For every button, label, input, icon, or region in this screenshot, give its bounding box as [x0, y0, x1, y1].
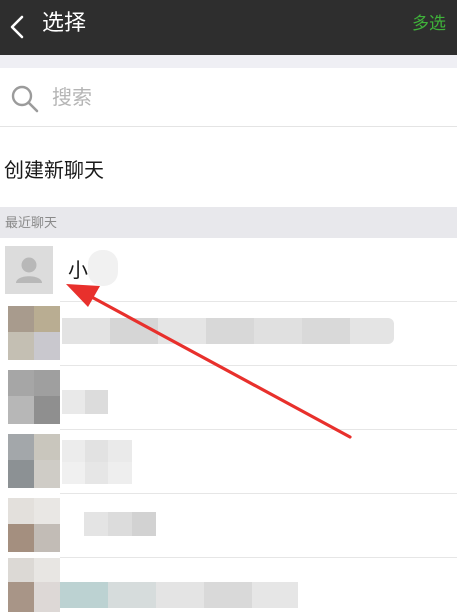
blurred-avatar [8, 306, 60, 362]
create-new-chat-item[interactable]: 创建新聊天 [0, 127, 457, 207]
blurred-avatar [8, 558, 60, 612]
blurred-avatar [8, 434, 60, 490]
chevron-left-icon [10, 15, 24, 39]
page-title: 选择 [42, 11, 87, 36]
contact-row[interactable] [0, 558, 457, 612]
contact-row[interactable]: 小 [0, 238, 457, 302]
recent-contact-list: 小 [0, 238, 457, 612]
blurred-avatar [8, 498, 60, 554]
multi-select-button[interactable]: 多选 [412, 11, 446, 37]
back-button[interactable] [0, 0, 36, 55]
search-icon [11, 85, 39, 113]
blurred-name [84, 512, 156, 536]
blurred-name [62, 440, 132, 484]
top-spacer [0, 55, 457, 68]
recent-chats-header: 最近聊天 [0, 207, 457, 238]
contact-name: 小 [68, 258, 88, 282]
recent-chats-label: 最近聊天 [5, 216, 58, 231]
top-bar: 选择 多选 [0, 0, 457, 55]
blurred-name [60, 582, 298, 608]
default-avatar-icon [5, 246, 53, 294]
search-input[interactable] [52, 82, 432, 112]
select-contact-screen: 选择 多选 创建新聊天 最近聊天 小 [0, 0, 457, 612]
search-bar [0, 68, 457, 127]
contact-row[interactable] [0, 366, 457, 430]
contact-row[interactable] [0, 494, 457, 558]
create-new-chat-label: 创建新聊天 [4, 158, 104, 182]
blurred-name [62, 390, 108, 414]
avatar [5, 246, 53, 294]
contact-row[interactable] [0, 430, 457, 494]
blurred-name [88, 250, 118, 286]
contact-row[interactable] [0, 302, 457, 366]
blurred-avatar [8, 370, 60, 426]
blurred-name [62, 318, 394, 344]
